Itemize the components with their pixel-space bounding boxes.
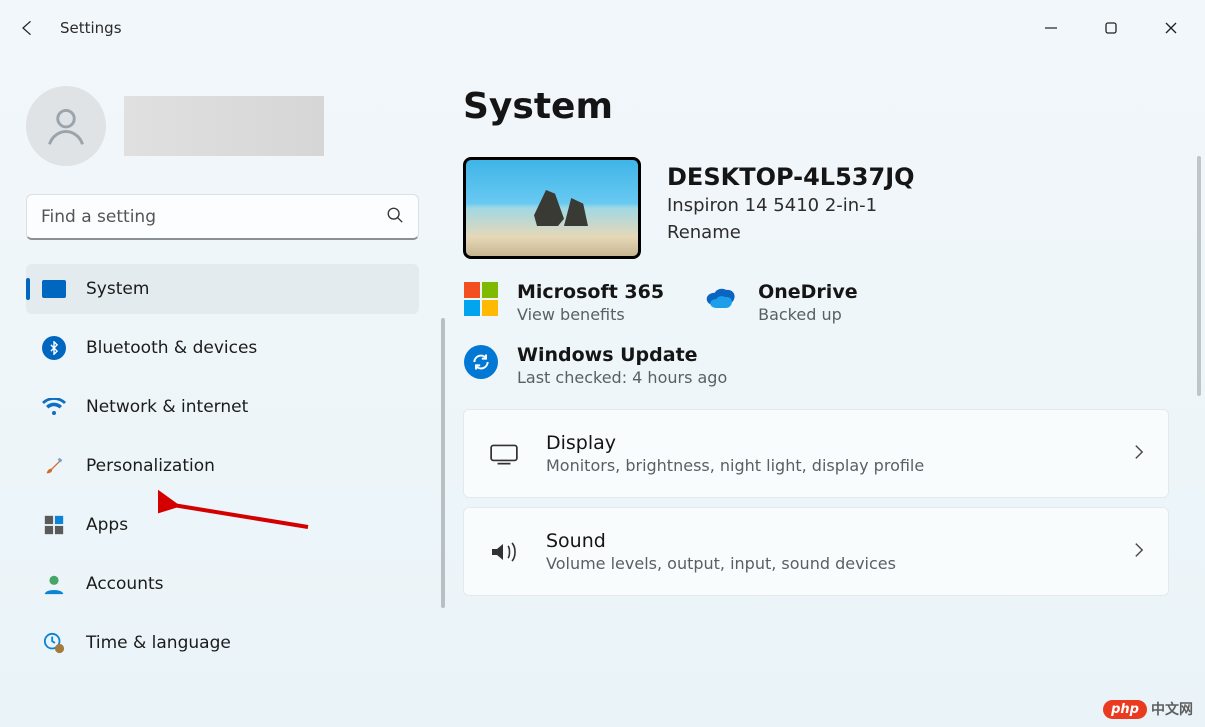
microsoft-logo-icon — [463, 281, 499, 317]
windows-update-icon — [463, 344, 499, 380]
sidebar-item-system[interactable]: System — [26, 264, 419, 314]
sound-icon — [488, 536, 520, 568]
page-title: System — [463, 86, 1169, 127]
nav: System Bluetooth & devices Network & int… — [26, 264, 419, 668]
rename-link[interactable]: Rename — [667, 222, 741, 243]
sidebar-item-network[interactable]: Network & internet — [26, 382, 419, 432]
sidebar-item-label: System — [86, 279, 149, 299]
tiles-row: Microsoft 365 View benefits OneDrive Bac… — [463, 281, 1169, 324]
bluetooth-icon — [42, 336, 66, 360]
wifi-icon — [42, 395, 66, 419]
watermark: php 中文网 — [1103, 699, 1193, 719]
chevron-right-icon — [1134, 542, 1144, 562]
back-button[interactable] — [4, 4, 52, 52]
app-title: Settings — [60, 19, 122, 37]
tile-windows-update[interactable]: Windows Update Last checked: 4 hours ago — [463, 344, 727, 387]
sidebar-item-personalization[interactable]: Personalization — [26, 441, 419, 491]
sidebar-item-bluetooth[interactable]: Bluetooth & devices — [26, 323, 419, 373]
device-thumbnail[interactable] — [463, 157, 641, 259]
tile-onedrive[interactable]: OneDrive Backed up — [704, 281, 858, 324]
maximize-button[interactable] — [1081, 4, 1141, 52]
search-input[interactable] — [41, 207, 386, 227]
sidebar-item-label: Accounts — [86, 574, 164, 594]
tile-sub: Backed up — [758, 305, 858, 324]
minimize-button[interactable] — [1021, 4, 1081, 52]
tiles-row-2: Windows Update Last checked: 4 hours ago — [463, 344, 1169, 387]
profile-block[interactable] — [26, 56, 419, 190]
tile-title: Microsoft 365 — [517, 281, 664, 303]
card-title: Display — [546, 432, 1108, 454]
onedrive-icon — [704, 281, 740, 317]
tile-microsoft365[interactable]: Microsoft 365 View benefits — [463, 281, 664, 324]
card-sound[interactable]: Sound Volume levels, output, input, soun… — [463, 507, 1169, 596]
search-icon — [386, 206, 404, 228]
paintbrush-icon — [42, 454, 66, 478]
watermark-text: 中文网 — [1151, 699, 1193, 719]
settings-list: Display Monitors, brightness, night ligh… — [463, 409, 1169, 596]
card-display[interactable]: Display Monitors, brightness, night ligh… — [463, 409, 1169, 498]
sidebar: System Bluetooth & devices Network & int… — [0, 56, 445, 727]
close-button[interactable] — [1141, 4, 1201, 52]
device-info: DESKTOP-4L537JQ Inspiron 14 5410 2-in-1 … — [667, 157, 915, 243]
system-icon — [42, 277, 66, 301]
card-title: Sound — [546, 530, 1108, 552]
search-box[interactable] — [26, 194, 419, 240]
titlebar: Settings — [0, 0, 1205, 56]
sidebar-item-label: Time & language — [86, 633, 231, 653]
card-sub: Monitors, brightness, night light, displ… — [546, 456, 1108, 475]
sidebar-item-label: Personalization — [86, 456, 215, 476]
chevron-right-icon — [1134, 444, 1144, 464]
sidebar-item-label: Network & internet — [86, 397, 248, 417]
sidebar-item-time-language[interactable]: Time & language — [26, 618, 419, 668]
device-block: DESKTOP-4L537JQ Inspiron 14 5410 2-in-1 … — [463, 157, 1169, 259]
profile-name-placeholder — [124, 96, 324, 156]
device-model: Inspiron 14 5410 2-in-1 — [667, 195, 915, 216]
clock-globe-icon — [42, 631, 66, 655]
main-content: System DESKTOP-4L537JQ Inspiron 14 5410 … — [445, 56, 1205, 727]
sidebar-item-label: Bluetooth & devices — [86, 338, 257, 358]
tile-sub: View benefits — [517, 305, 664, 324]
display-icon — [488, 438, 520, 470]
window-controls — [1021, 4, 1201, 52]
sidebar-item-accounts[interactable]: Accounts — [26, 559, 419, 609]
tile-title: Windows Update — [517, 344, 727, 366]
watermark-badge: php — [1103, 700, 1147, 719]
tile-sub: Last checked: 4 hours ago — [517, 368, 727, 387]
apps-icon — [42, 513, 66, 537]
sidebar-item-label: Apps — [86, 515, 128, 535]
main-scrollbar[interactable] — [1197, 156, 1201, 396]
tile-title: OneDrive — [758, 281, 858, 303]
card-sub: Volume levels, output, input, sound devi… — [546, 554, 1108, 573]
accounts-icon — [42, 572, 66, 596]
sidebar-item-apps[interactable]: Apps — [26, 500, 419, 550]
device-name: DESKTOP-4L537JQ — [667, 163, 915, 191]
avatar — [26, 86, 106, 166]
